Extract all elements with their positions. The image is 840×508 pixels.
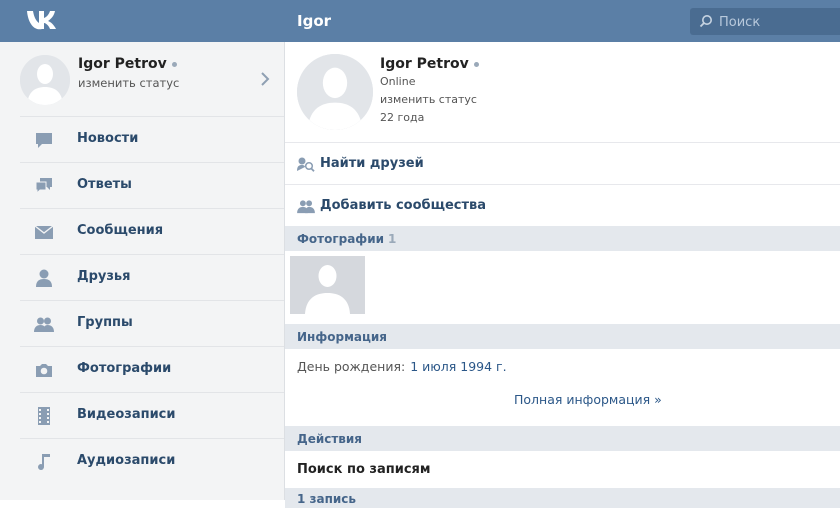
profile-age: 22 года	[380, 111, 425, 124]
find-friends-label: Найти друзей	[320, 156, 424, 171]
full-info-link[interactable]: Полная информация »	[514, 392, 662, 407]
friends-icon	[36, 269, 52, 287]
sidebar-profile[interactable]: Igor Petrov изменить статус	[0, 42, 284, 116]
music-note-icon	[38, 454, 50, 471]
photos-section-header[interactable]: Фотографии 1	[285, 226, 840, 251]
search-icon	[699, 15, 712, 28]
sidebar-item-label: Друзья	[77, 269, 131, 284]
photo-thumbnail[interactable]	[290, 256, 365, 314]
photos-section-title: Фотографии	[297, 232, 385, 246]
main-content: Igor Petrov Online изменить статус 22 го…	[285, 42, 840, 508]
sidebar-item-news[interactable]: Новости	[20, 116, 284, 162]
birthday-label: День рождения:	[297, 359, 406, 374]
info-section-header: Информация	[285, 324, 840, 349]
actions-section-header: Действия	[285, 426, 840, 451]
find-friends-button[interactable]: Найти друзей	[285, 142, 840, 184]
groups-icon	[34, 317, 54, 332]
sidebar-item-label: Сообщения	[77, 223, 164, 238]
photo-placeholder-icon	[290, 256, 365, 314]
sidebar-item-groups[interactable]: Группы	[20, 300, 284, 346]
sidebar-profile-name[interactable]: Igor Petrov	[78, 56, 167, 72]
search-input[interactable]	[717, 12, 840, 32]
sidebar-item-videos[interactable]: Видеозаписи	[20, 392, 284, 438]
groups-icon	[297, 200, 315, 214]
sidebar-item-photos[interactable]: Фотографии	[20, 346, 284, 392]
sidebar-item-friends[interactable]: Друзья	[20, 254, 284, 300]
vk-logo-icon[interactable]	[26, 9, 62, 31]
profile-name: Igor Petrov	[380, 56, 469, 72]
avatar[interactable]	[20, 55, 70, 105]
top-bar: Igor	[0, 0, 840, 42]
sidebar-item-label: Новости	[77, 131, 139, 146]
birthday-row: День рождения: 1 июля 1994 г.	[297, 359, 507, 374]
online-indicator	[473, 61, 479, 67]
sidebar-item-messages[interactable]: Сообщения	[20, 208, 284, 254]
sidebar-item-label: Аудиозаписи	[77, 453, 176, 468]
sidebar-item-label: Фотографии	[77, 361, 172, 376]
sidebar-item-label: Ответы	[77, 177, 132, 192]
sidebar-item-replies[interactable]: Ответы	[20, 162, 284, 208]
sidebar-menu: Новости Ответы Сообщения Друзья Группы Ф…	[20, 116, 284, 484]
profile-header: Igor Petrov Online изменить статус 22 го…	[285, 42, 840, 142]
online-status: Online	[380, 75, 416, 88]
birthday-value-link[interactable]: 1 июля 1994 г.	[410, 359, 506, 374]
search-box[interactable]	[690, 8, 840, 35]
search-posts-button[interactable]: Поиск по записям	[297, 462, 431, 477]
camera-icon	[36, 364, 52, 377]
news-icon	[36, 133, 52, 148]
page-title: Igor	[297, 12, 332, 30]
chevron-right-icon[interactable]	[260, 71, 270, 87]
sidebar-item-label: Группы	[77, 315, 133, 330]
info-section-title: Информация	[297, 330, 387, 344]
change-status-link[interactable]: изменить статус	[380, 93, 477, 106]
avatar-placeholder-icon	[20, 55, 70, 105]
film-icon	[38, 407, 50, 425]
photos-count: 1	[388, 232, 397, 246]
replies-icon	[35, 178, 52, 195]
find-friends-icon	[297, 157, 315, 172]
avatar-placeholder-icon	[297, 54, 373, 130]
online-indicator	[171, 61, 177, 67]
messages-icon	[34, 225, 54, 239]
posts-section-header: 1 запись	[285, 488, 840, 508]
sidebar-item-audio[interactable]: Аудиозаписи	[20, 438, 284, 484]
add-communities-label: Добавить сообщества	[320, 198, 487, 213]
add-communities-button[interactable]: Добавить сообщества	[285, 184, 840, 226]
sidebar: Igor Petrov изменить статус Новости Отве…	[0, 42, 285, 500]
profile-avatar[interactable]	[297, 54, 373, 130]
actions-section-title: Действия	[297, 432, 363, 446]
posts-count-title: 1 запись	[297, 492, 356, 506]
sidebar-item-label: Видеозаписи	[77, 407, 176, 422]
sidebar-status-link[interactable]: изменить статус	[78, 76, 179, 90]
